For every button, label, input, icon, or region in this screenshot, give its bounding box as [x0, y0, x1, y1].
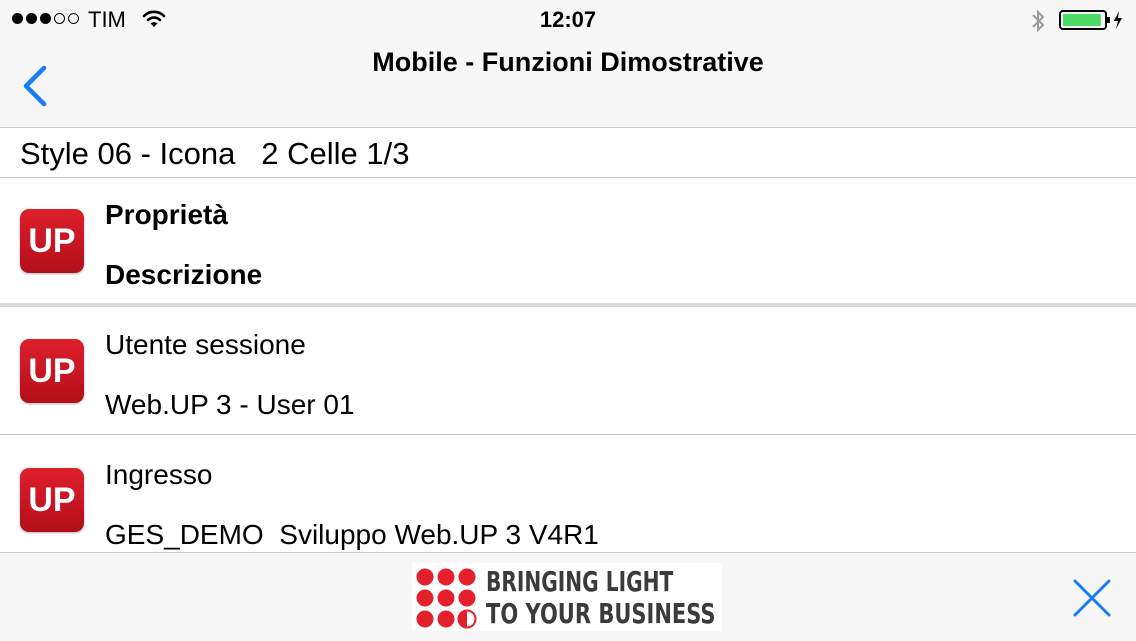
ad-headline: BRINGING LIGHT	[486, 565, 674, 598]
battery-level-fill	[1063, 14, 1101, 26]
status-time: 12:07	[539, 7, 597, 32]
row-header-property: Proprietà	[105, 199, 228, 230]
dots-logo-icon	[416, 568, 477, 629]
battery-charging-icon	[1059, 9, 1127, 36]
status-bar: TIM 12:07	[0, 0, 1136, 40]
ad-bar: BRINGING LIGHT TO YOUR BUSINESS	[0, 552, 1136, 641]
page-title: Mobile - Funzioni Dimostrative	[372, 47, 764, 77]
row-value: GES_DEMO Sviluppo Web.UP 3 V4R1	[105, 519, 599, 550]
row-value: Web.UP 3 - User 01	[105, 389, 355, 420]
close-icon	[1073, 579, 1111, 617]
row-property: Utente sessione	[105, 329, 306, 360]
list-item[interactable]: UP Ingresso GES_DEMO Sviluppo Web.UP 3 V…	[0, 435, 1136, 552]
up-logo-icon: UP	[20, 468, 84, 532]
row-property: Ingresso	[105, 459, 213, 490]
navigation-bar: Mobile - Funzioni Dimostrative	[0, 40, 1136, 128]
up-logo-icon: UP	[20, 209, 84, 273]
bluetooth-icon	[1030, 8, 1046, 39]
ad-subheadline: TO YOUR BUSINESS	[486, 597, 716, 630]
up-logo-icon: UP	[20, 339, 84, 403]
section-title: Style 06 - Icona 2 Celle 1/3	[20, 136, 410, 171]
close-ad-button[interactable]	[1072, 578, 1112, 623]
section-header: Style 06 - Icona 2 Celle 1/3	[0, 128, 1136, 178]
row-header-description: Descrizione	[105, 259, 263, 290]
list-item[interactable]: UP Proprietà Descrizione	[0, 178, 1136, 307]
list-item[interactable]: UP Utente sessione Web.UP 3 - User 01	[0, 307, 1136, 435]
ad-banner[interactable]: BRINGING LIGHT TO YOUR BUSINESS	[412, 563, 722, 631]
